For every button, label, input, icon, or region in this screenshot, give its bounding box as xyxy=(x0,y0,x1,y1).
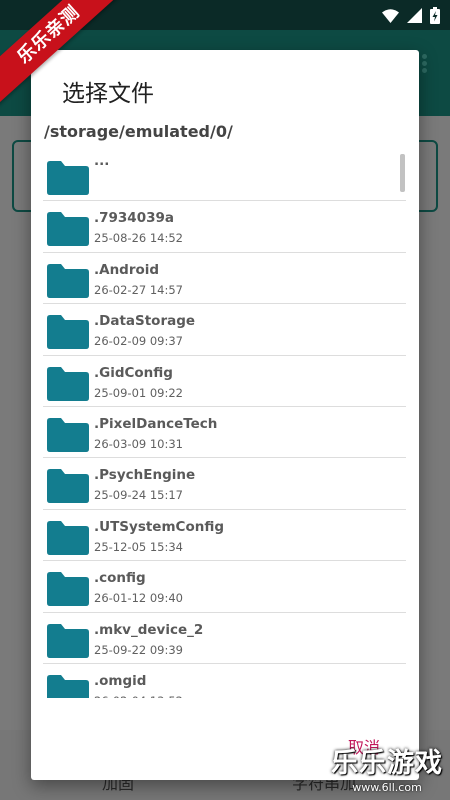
current-path: /storage/emulated/0/ xyxy=(44,122,233,141)
overflow-menu-icon xyxy=(422,54,428,74)
file-row[interactable]: .Android 26-02-27 14:57 xyxy=(43,253,406,305)
file-name: .omgid xyxy=(94,672,147,689)
file-row[interactable]: .GidConfig 25-09-01 09:22 xyxy=(43,356,406,407)
parent-directory-row[interactable]: ... xyxy=(43,150,406,202)
file-date: 26-01-12 09:40 xyxy=(94,591,183,606)
folder-icon xyxy=(47,469,89,504)
file-date: 26-02-09 09:37 xyxy=(94,334,183,349)
wifi-icon xyxy=(382,8,399,23)
file-row[interactable]: .PixelDanceTech 26-03-09 10:31 xyxy=(43,407,406,459)
file-date: 26-03-09 10:31 xyxy=(94,436,183,451)
file-name: .GidConfig xyxy=(94,364,173,381)
file-row[interactable]: .UTSystemConfig 25-12-05 15:34 xyxy=(43,510,406,562)
watermark-logo: 乐乐游戏 www.6ll.com xyxy=(330,747,444,794)
file-date: 26-02-27 14:57 xyxy=(94,282,183,297)
parent-directory-label: ... xyxy=(94,153,110,169)
file-row[interactable]: .DataStorage 26-02-09 09:37 xyxy=(43,304,406,356)
file-date: 26-02-04 13:52 xyxy=(94,694,183,698)
file-list[interactable]: ... .7934039a 25-08-26 14:52 .Android 26-02… xyxy=(43,150,407,698)
file-name: .config xyxy=(94,570,146,587)
folder-icon xyxy=(47,212,89,247)
folder-icon xyxy=(47,520,89,555)
folder-icon xyxy=(47,417,89,452)
folder-icon xyxy=(47,161,89,195)
file-name: .7934039a xyxy=(94,210,174,227)
file-date: 25-09-22 09:39 xyxy=(94,642,183,657)
file-name: .mkv_device_2 xyxy=(94,621,204,638)
file-date: 25-12-05 15:34 xyxy=(94,539,183,554)
file-row[interactable]: .7934039a 25-08-26 14:52 xyxy=(43,201,406,253)
file-date: 25-08-26 14:52 xyxy=(94,231,183,246)
file-date: 25-09-01 09:22 xyxy=(94,385,183,400)
battery-icon xyxy=(430,7,440,24)
folder-icon xyxy=(47,263,89,298)
file-row[interactable]: .mkv_device_2 25-09-22 09:39 xyxy=(43,613,406,664)
folder-icon xyxy=(47,572,89,607)
folder-icon xyxy=(47,674,89,698)
file-name: .DataStorage xyxy=(94,313,196,330)
file-row[interactable]: .omgid 26-02-04 13:52 xyxy=(43,664,406,698)
dialog-title: 选择文件 xyxy=(62,81,154,107)
folder-icon xyxy=(47,366,89,401)
file-row[interactable]: .config 26-01-12 09:40 xyxy=(43,561,406,613)
file-name: .PsychEngine xyxy=(94,467,196,484)
file-name: .Android xyxy=(94,261,160,278)
watermark-logo-text: 乐乐游戏 xyxy=(331,748,443,779)
signal-icon xyxy=(407,8,422,23)
file-row[interactable]: .PsychEngine 25-09-24 15:17 xyxy=(43,458,406,510)
file-name: .UTSystemConfig xyxy=(94,518,224,535)
folder-icon xyxy=(47,623,89,658)
file-date: 25-09-24 15:17 xyxy=(94,488,183,503)
file-name: .PixelDanceTech xyxy=(94,415,218,432)
watermark-logo-url: www.6ll.com xyxy=(352,781,422,794)
status-icons xyxy=(382,7,440,24)
folder-icon xyxy=(47,315,89,350)
file-picker-dialog: 选择文件 /storage/emulated/0/ ... .7934039a 2… xyxy=(31,50,419,780)
